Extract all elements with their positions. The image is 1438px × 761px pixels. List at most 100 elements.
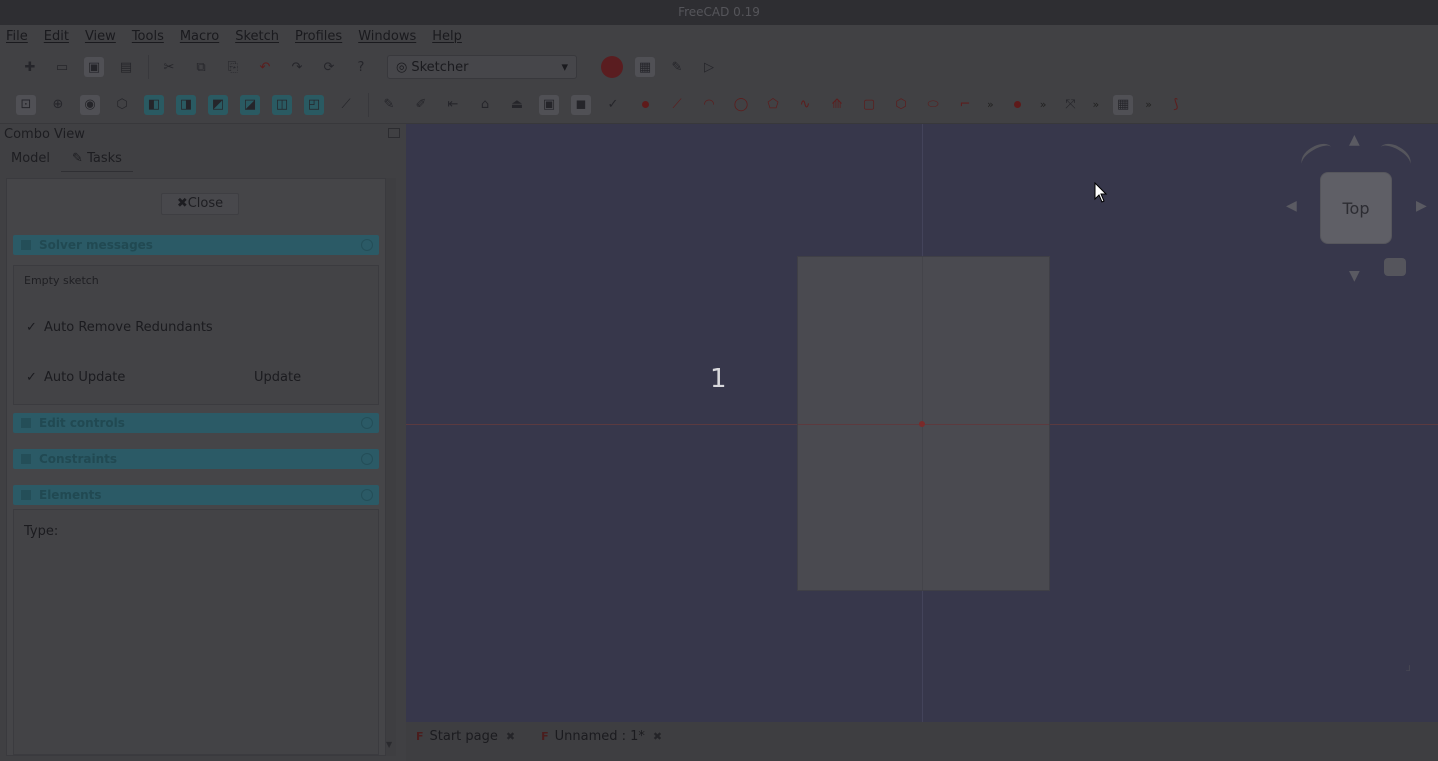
- collapse-icon[interactable]: [361, 239, 373, 251]
- constraints-header[interactable]: Constraints: [13, 449, 379, 469]
- navcube-face-top[interactable]: Top: [1320, 172, 1392, 244]
- redo-icon[interactable]: ↷: [287, 57, 307, 77]
- new-document-icon[interactable]: ✚: [20, 57, 40, 77]
- paste-icon[interactable]: ⎘: [223, 57, 243, 77]
- point-icon[interactable]: [635, 95, 655, 115]
- isometric-view-icon[interactable]: ⬡: [112, 95, 132, 115]
- more-tools-icon[interactable]: »: [1145, 98, 1152, 111]
- constraint-icon[interactable]: ⤧: [1060, 95, 1080, 115]
- checkmark-icon: ✓: [26, 320, 37, 335]
- reorient-sketch-icon[interactable]: ◼: [571, 94, 591, 115]
- refresh-icon[interactable]: ⟳: [319, 57, 339, 77]
- menu-help[interactable]: Help: [432, 29, 462, 44]
- sketch-tools-icon[interactable]: ▦: [1113, 94, 1134, 115]
- map-sketch-icon[interactable]: ▣: [539, 94, 559, 115]
- right-view-icon[interactable]: ◩: [208, 94, 228, 115]
- menu-sketch[interactable]: Sketch: [235, 29, 279, 44]
- top-view-icon[interactable]: ◨: [176, 94, 196, 115]
- construction-point-icon[interactable]: [1008, 95, 1028, 115]
- menu-view[interactable]: View: [85, 29, 116, 44]
- edit-sketch-icon[interactable]: ✐: [411, 95, 431, 115]
- fit-selection-icon[interactable]: ⊕: [48, 95, 68, 115]
- more-tools-icon[interactable]: »: [1040, 98, 1047, 111]
- navigation-cube[interactable]: ▲ ◀ ▶ ▼ Top: [1286, 132, 1427, 294]
- validate-sketch-icon[interactable]: ✓: [603, 95, 623, 115]
- close-icon[interactable]: ✖: [506, 730, 515, 743]
- slot-icon[interactable]: ⬭: [923, 95, 943, 115]
- 3d-viewport[interactable]: 1 ▲ ◀ ▶ ▼ Top ⅃: [406, 124, 1438, 722]
- menu-edit[interactable]: Edit: [44, 29, 69, 44]
- fit-all-icon[interactable]: ⊡: [16, 94, 36, 115]
- arrow-left-icon[interactable]: ◀: [1286, 198, 1297, 214]
- menu-bar: File Edit View Tools Macro Sketch Profil…: [0, 25, 1438, 48]
- bspline-icon[interactable]: ∿: [795, 95, 815, 115]
- scroll-down-icon[interactable]: ▼: [386, 740, 392, 749]
- conic-icon[interactable]: ⬠: [763, 95, 783, 115]
- front-view-icon[interactable]: ◧: [144, 94, 164, 115]
- auto-update-checkbox[interactable]: ✓ Auto Update: [26, 370, 125, 385]
- arrow-down-icon[interactable]: ▼: [1349, 268, 1360, 284]
- menu-tools[interactable]: Tools: [132, 29, 164, 44]
- line-icon[interactable]: ⟋: [667, 95, 687, 115]
- sketch-origin-point[interactable]: [919, 421, 925, 427]
- more-tools-icon[interactable]: »: [1092, 98, 1099, 111]
- more-tools-icon[interactable]: »: [987, 98, 994, 111]
- leave-sketch-icon[interactable]: ⇤: [443, 95, 463, 115]
- polyline-icon[interactable]: ⟰: [827, 95, 847, 115]
- update-button[interactable]: Update: [254, 370, 301, 385]
- arrow-right-icon[interactable]: ▶: [1416, 198, 1427, 214]
- measure-icon[interactable]: ⟋: [336, 95, 356, 115]
- rear-view-icon[interactable]: ◪: [240, 94, 260, 115]
- copy-icon[interactable]: ⧉: [191, 57, 211, 77]
- float-panel-icon[interactable]: [388, 128, 400, 138]
- expand-icon[interactable]: [361, 417, 373, 429]
- whats-this-icon[interactable]: ?: [351, 57, 371, 77]
- solver-messages-header[interactable]: Solver messages: [13, 235, 379, 255]
- tab-unnamed[interactable]: F Unnamed : 1* ✖: [541, 729, 662, 744]
- collapse-icon[interactable]: [361, 489, 373, 501]
- circle-icon[interactable]: ◯: [731, 95, 751, 115]
- fillet-icon[interactable]: ⌐: [955, 95, 975, 115]
- navcube-menu-icon[interactable]: [1384, 258, 1406, 276]
- open-icon[interactable]: ▭: [52, 57, 72, 77]
- elements-header[interactable]: Elements: [13, 485, 379, 505]
- menu-windows[interactable]: Windows: [358, 29, 416, 44]
- tab-model[interactable]: Model: [0, 150, 61, 172]
- macro-run-icon[interactable]: ▷: [699, 57, 719, 77]
- arrow-up-icon[interactable]: ▲: [1349, 132, 1360, 148]
- menu-profiles[interactable]: Profiles: [295, 29, 342, 44]
- draw-style-icon[interactable]: ◉: [80, 94, 100, 115]
- close-icon[interactable]: ✖: [653, 730, 662, 743]
- macros-icon[interactable]: ▦: [635, 57, 655, 77]
- save-icon[interactable]: ▣: [84, 57, 104, 77]
- left-view-icon[interactable]: ◰: [304, 94, 324, 115]
- menu-file[interactable]: File: [6, 29, 28, 44]
- panel-scrollbar[interactable]: ▼: [386, 178, 396, 756]
- window-title: FreeCAD 0.19: [678, 5, 760, 19]
- undo-icon[interactable]: ↶: [255, 57, 275, 77]
- view-sketch-icon[interactable]: ⌂: [475, 95, 495, 115]
- rotate-right-icon[interactable]: [1375, 138, 1415, 174]
- workbench-selector[interactable]: ◎ Sketcher ▾: [387, 55, 577, 79]
- new-sketch-icon[interactable]: ✎: [379, 95, 399, 115]
- macro-record-button[interactable]: [601, 56, 623, 78]
- auto-update-label: Auto Update: [44, 370, 126, 385]
- freecad-icon: F: [416, 730, 424, 743]
- rotate-left-icon[interactable]: [1297, 138, 1337, 174]
- expand-icon[interactable]: [361, 453, 373, 465]
- tab-start-page[interactable]: F Start page ✖: [416, 729, 515, 744]
- tab-tasks[interactable]: ✎ Tasks: [61, 150, 133, 172]
- edit-controls-header[interactable]: Edit controls: [13, 413, 379, 433]
- auto-remove-redundants-checkbox[interactable]: ✓ Auto Remove Redundants: [26, 320, 213, 335]
- bottom-view-icon[interactable]: ◫: [272, 94, 292, 115]
- macro-edit-icon[interactable]: ✎: [667, 57, 687, 77]
- menu-macro[interactable]: Macro: [180, 29, 219, 44]
- bspline-tools-icon[interactable]: ⟆: [1166, 95, 1186, 115]
- arc-icon[interactable]: ◠: [699, 95, 719, 115]
- print-icon[interactable]: ▤: [116, 57, 136, 77]
- close-button[interactable]: ✖Close: [161, 193, 239, 215]
- cut-icon[interactable]: ✂: [159, 57, 179, 77]
- polygon-icon[interactable]: ⬡: [891, 95, 911, 115]
- view-section-icon[interactable]: ⏏: [507, 95, 527, 115]
- rectangle-icon[interactable]: ▢: [859, 95, 879, 115]
